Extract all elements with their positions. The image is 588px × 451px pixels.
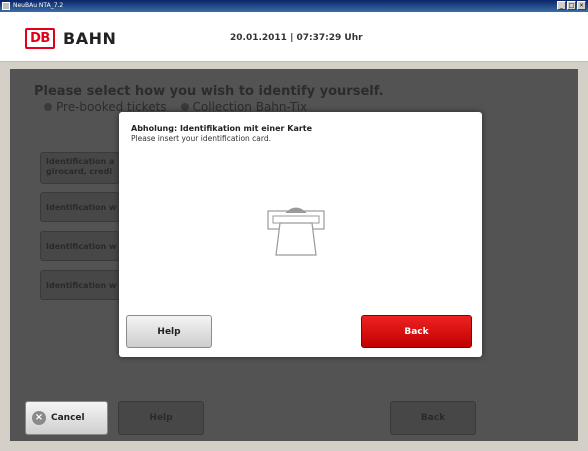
cancel-button[interactable]: × Cancel bbox=[25, 401, 108, 435]
back-button-background[interactable]: Back bbox=[390, 401, 476, 435]
identification-card-dialog: Abholung: Identifikation mit einer Karte… bbox=[119, 112, 482, 357]
app-icon bbox=[2, 2, 10, 10]
window-title-bar: NeuBAu NTA_7.2 _ □ × bbox=[0, 0, 588, 12]
dialog-help-button[interactable]: Help bbox=[126, 315, 212, 348]
option-sublabel: girocard, credi bbox=[46, 167, 113, 176]
maximize-button[interactable]: □ bbox=[567, 1, 576, 10]
dialog-message: Please insert your identification card. bbox=[131, 134, 271, 143]
help-button-background[interactable]: Help bbox=[118, 401, 204, 435]
option-label: Identification a bbox=[46, 157, 115, 166]
dialog-title: Abholung: Identifikation mit einer Karte bbox=[131, 124, 313, 133]
identification-option-card[interactable]: Identification a girocard, credi bbox=[40, 152, 120, 184]
identification-option[interactable]: Identification w bbox=[40, 231, 120, 261]
card-insert-icon bbox=[267, 207, 325, 256]
header: DB BAHN 20.01.2011 | 07:37:29 Uhr bbox=[0, 12, 588, 62]
cancel-label: Cancel bbox=[51, 413, 85, 423]
dialog-back-button[interactable]: Back bbox=[361, 315, 472, 348]
window-title: NeuBAu NTA_7.2 bbox=[13, 2, 64, 9]
option-label: Identification w bbox=[46, 203, 117, 212]
brand-name: BAHN bbox=[63, 29, 117, 48]
option-label: Identification w bbox=[46, 242, 117, 251]
page-heading: Please select how you wish to identify y… bbox=[34, 84, 384, 99]
radio-icon bbox=[44, 103, 52, 111]
identification-option[interactable]: Identification w bbox=[40, 270, 120, 300]
cancel-icon: × bbox=[32, 411, 46, 425]
close-button[interactable]: × bbox=[577, 1, 586, 10]
window-controls: _ □ × bbox=[557, 1, 586, 10]
identification-option[interactable]: Identification w bbox=[40, 192, 120, 222]
option-label: Identification w bbox=[46, 281, 117, 290]
date-time: 20.01.2011 | 07:37:29 Uhr bbox=[230, 33, 363, 43]
radio-icon bbox=[180, 103, 189, 111]
minimize-button[interactable]: _ bbox=[557, 1, 566, 10]
db-logo: DB bbox=[25, 28, 55, 49]
